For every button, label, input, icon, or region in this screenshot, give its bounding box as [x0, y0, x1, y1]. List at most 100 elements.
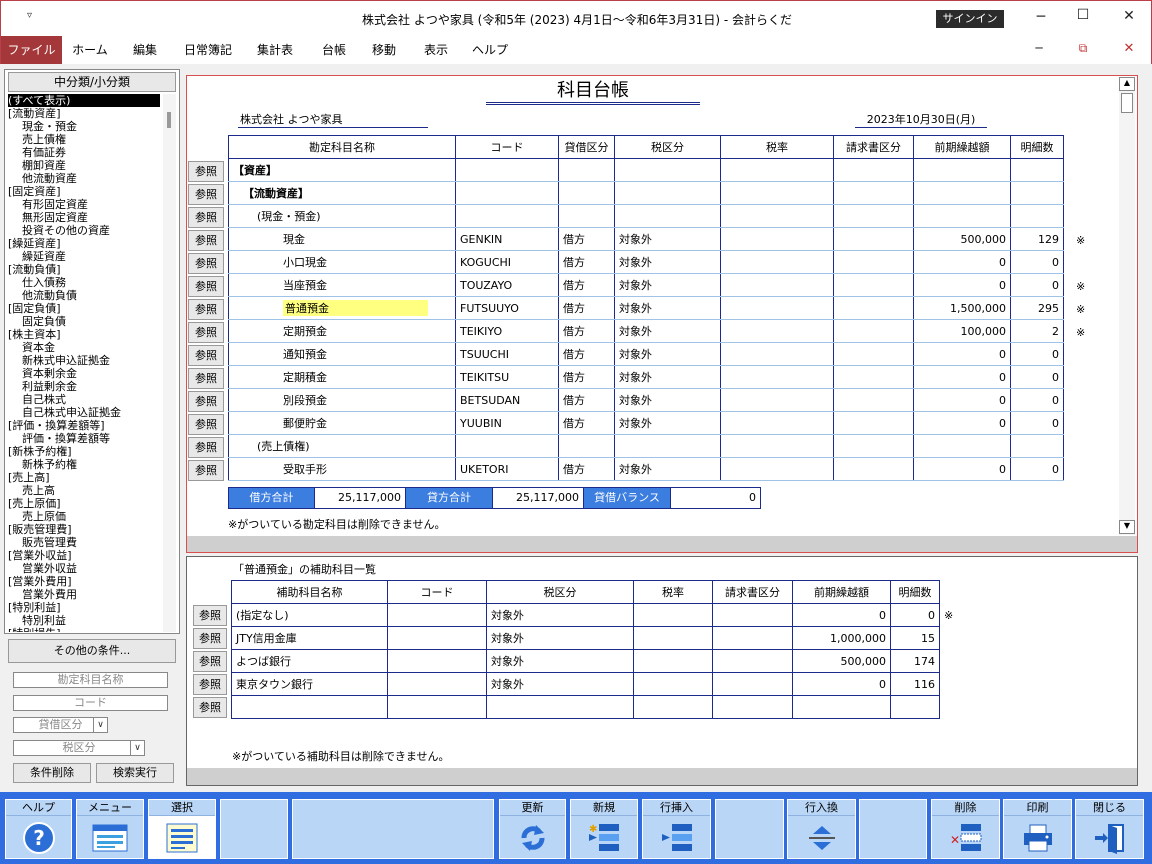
tree-item-subcategory[interactable]: 資本剰余金 [8, 367, 160, 380]
ref-button[interactable]: 参照 [188, 207, 224, 228]
prior-balance-cell[interactable]: 0 [913, 457, 1011, 481]
ribbon-restore-icon[interactable]: ⧉ [1073, 41, 1093, 56]
tree-item-subcategory[interactable]: 他流動資産 [8, 172, 160, 185]
ref-button[interactable]: 参照 [188, 161, 224, 182]
account-name-cell[interactable]: (現金・預金) [228, 204, 456, 228]
invoice-cell[interactable] [833, 342, 914, 366]
tree-item-subcategory[interactable]: 新株予約権 [8, 458, 160, 471]
tax-cell[interactable]: 対象外 [486, 649, 634, 673]
tax-cell[interactable] [614, 181, 721, 205]
prior-balance-cell[interactable] [792, 695, 891, 719]
invoice-cell[interactable] [712, 672, 793, 696]
other-conditions-button[interactable]: その他の条件... [8, 639, 176, 663]
ref-button[interactable]: 参照 [188, 345, 224, 366]
prior-balance-cell[interactable]: 1,500,000 [913, 296, 1011, 320]
tax-cell[interactable]: 対象外 [486, 672, 634, 696]
kashikari-cell[interactable] [558, 204, 615, 228]
prior-balance-cell[interactable]: 0 [913, 365, 1011, 389]
tree-item-subcategory[interactable]: 売上原価 [8, 510, 160, 523]
tree-item-category[interactable]: [特別損失] [8, 627, 160, 632]
kashikari-cell[interactable] [558, 158, 615, 182]
kashikari-cell[interactable] [558, 181, 615, 205]
sub-name-cell[interactable]: 東京タウン銀行 [231, 672, 388, 696]
rate-cell[interactable] [720, 250, 834, 274]
count-cell[interactable]: 0 [1010, 250, 1064, 274]
tree-item-category[interactable]: [販売管理費] [8, 523, 160, 536]
account-name-cell[interactable]: 現金 [228, 227, 456, 251]
tree-item-category[interactable]: [流動資産] [8, 107, 160, 120]
category-tree[interactable]: (すべて表示) [流動資産] 現金・預金 売上債権 有価証券 棚卸資産 他流動資産 [固定資産… [8, 94, 160, 632]
signin-button[interactable]: サインイン [936, 10, 1004, 28]
kashikari-cell[interactable] [558, 434, 615, 458]
code-cell[interactable] [387, 672, 487, 696]
tax-cell[interactable]: 対象外 [614, 457, 721, 481]
ledger-row[interactable]: 郵便貯金 YUUBIN 借方 対象外 0 0 [228, 411, 1064, 435]
tax-cell[interactable]: 対象外 [486, 603, 634, 627]
kashikari-cell[interactable]: 借方 [558, 365, 615, 389]
menu-help[interactable]: ヘルプ [468, 36, 512, 64]
tax-cell[interactable] [614, 158, 721, 182]
account-name-field[interactable]: 勘定科目名称 [13, 672, 168, 688]
ref-button[interactable]: 参照 [188, 322, 224, 343]
tree-item-subcategory[interactable]: 無形固定資産 [8, 211, 160, 224]
code-cell[interactable]: TOUZAYO [455, 273, 559, 297]
sub-name-cell[interactable]: よつば銀行 [231, 649, 388, 673]
menu-ledger[interactable]: 台帳 [312, 36, 356, 64]
sub-account-row[interactable]: (指定なし) 対象外 0 0 [231, 603, 940, 627]
invoice-cell[interactable] [833, 457, 914, 481]
prior-balance-cell[interactable]: 0 [792, 603, 891, 627]
menu-file[interactable]: ファイル [1, 36, 62, 64]
prior-balance-cell[interactable] [913, 181, 1011, 205]
rate-cell[interactable] [720, 365, 834, 389]
count-cell[interactable]: 0 [1010, 273, 1064, 297]
ledger-row[interactable]: (売上債権) [228, 434, 1064, 458]
tax-cell[interactable]: 対象外 [614, 365, 721, 389]
kashikari-cell[interactable]: 借方 [558, 388, 615, 412]
account-name-cell[interactable]: 【流動資産】 [228, 181, 456, 205]
tree-item-category[interactable]: [固定負債] [8, 302, 160, 315]
prior-balance-cell[interactable]: 0 [913, 250, 1011, 274]
invoice-cell[interactable] [833, 388, 914, 412]
tree-item-category[interactable]: [固定資産] [8, 185, 160, 198]
count-cell[interactable]: 2 [1010, 319, 1064, 343]
sub-name-cell[interactable]: (指定なし) [231, 603, 388, 627]
menu-summary[interactable]: 集計表 [249, 36, 301, 64]
account-name-cell[interactable]: 郵便貯金 [228, 411, 456, 435]
count-cell[interactable]: 0 [890, 603, 940, 627]
tree-item-category[interactable]: [新株予約権] [8, 445, 160, 458]
rate-cell[interactable] [720, 342, 834, 366]
invoice-cell[interactable] [833, 296, 914, 320]
invoice-cell[interactable] [833, 181, 914, 205]
code-field[interactable]: コード [13, 695, 168, 711]
tree-item-subcategory[interactable]: 繰延資産 [8, 250, 160, 263]
sub-ref-button[interactable]: 参照 [193, 628, 227, 649]
sub-name-cell[interactable]: JTY信用金庫 [231, 626, 388, 650]
count-cell[interactable]: 0 [1010, 457, 1064, 481]
tax-cell[interactable]: 対象外 [614, 273, 721, 297]
tree-item-subcategory[interactable]: 投資その他の資産 [8, 224, 160, 237]
sub-account-row[interactable] [231, 695, 940, 719]
tree-scrollbar[interactable] [163, 94, 176, 632]
tree-item-subcategory[interactable]: 売上高 [8, 484, 160, 497]
rate-cell[interactable] [720, 434, 834, 458]
prior-balance-cell[interactable]: 500,000 [792, 649, 891, 673]
tax-cell[interactable] [614, 204, 721, 228]
code-cell[interactable]: TEIKITSU [455, 365, 559, 389]
tree-item-subcategory[interactable]: 販売管理費 [8, 536, 160, 549]
ledger-row[interactable]: 【資産】 [228, 158, 1064, 182]
tree-item-subcategory[interactable]: 自己株式申込証拠金 [8, 406, 160, 419]
tax-cell[interactable] [614, 434, 721, 458]
tree-item-subcategory[interactable]: 固定負債 [8, 315, 160, 328]
code-cell[interactable] [455, 204, 559, 228]
kashikari-cell[interactable]: 借方 [558, 227, 615, 251]
prior-balance-cell[interactable] [913, 204, 1011, 228]
count-cell[interactable] [1010, 158, 1064, 182]
invoice-cell[interactable] [833, 250, 914, 274]
menu-edit[interactable]: 編集 [122, 36, 168, 64]
prior-balance-cell[interactable] [913, 434, 1011, 458]
sub-account-row[interactable]: JTY信用金庫 対象外 1,000,000 15 [231, 626, 940, 650]
refresh-button[interactable]: 更新 [499, 799, 566, 859]
prior-balance-cell[interactable] [913, 158, 1011, 182]
code-cell[interactable] [387, 695, 487, 719]
tax-cell[interactable] [486, 695, 634, 719]
